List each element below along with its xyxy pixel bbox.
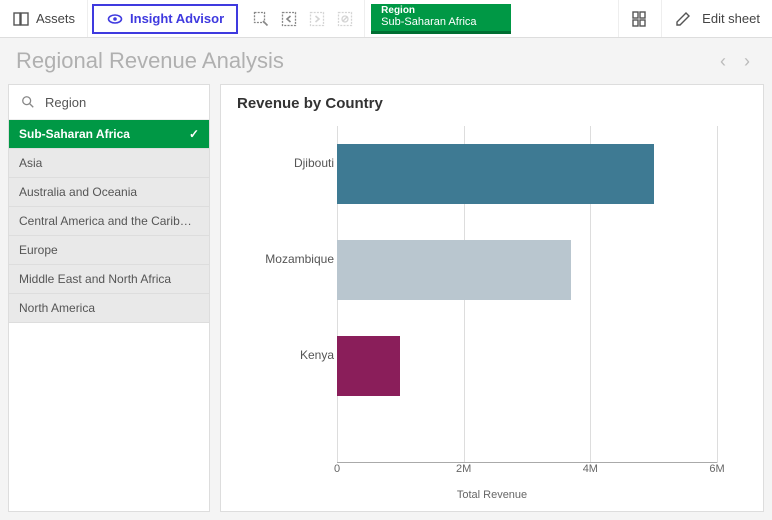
x-tick-label: 4M xyxy=(583,463,598,475)
filter-item-sub-saharan-africa[interactable]: Sub-Saharan Africa ✓ xyxy=(9,120,209,149)
filter-item-north-america[interactable]: North America xyxy=(9,294,209,323)
selection-tools-group xyxy=(242,0,365,37)
sheet-nav: ‹ › xyxy=(720,51,756,72)
x-tick-label: 0 xyxy=(334,463,340,475)
filter-item-label: Central America and the Carib… xyxy=(19,214,192,228)
x-axis-label: Total Revenue xyxy=(457,489,527,501)
x-axis: 02M4M6M xyxy=(337,463,717,481)
filter-item-europe[interactable]: Europe xyxy=(9,236,209,265)
filter-pane-region: Region Sub-Saharan Africa ✓ Asia Austral… xyxy=(8,84,210,512)
insight-advisor-button[interactable]: Insight Advisor xyxy=(92,4,238,34)
selections-forward-icon[interactable] xyxy=(308,10,326,28)
filter-item-central-america[interactable]: Central America and the Carib… xyxy=(9,207,209,236)
edit-sheet-label: Edit sheet xyxy=(702,11,760,26)
sheet-header: Regional Revenue Analysis ‹ › xyxy=(0,38,772,84)
selection-tag-key: Region xyxy=(381,5,501,16)
next-sheet-button[interactable]: › xyxy=(744,51,750,72)
bar-row[interactable] xyxy=(337,234,717,306)
bar[interactable] xyxy=(337,240,571,300)
insight-advisor-label: Insight Advisor xyxy=(130,11,224,26)
filter-item-label: Australia and Oceania xyxy=(19,185,137,199)
filter-item-asia[interactable]: Asia xyxy=(9,149,209,178)
category-label: Djibouti xyxy=(239,156,334,170)
search-icon xyxy=(19,93,37,111)
filter-list: Sub-Saharan Africa ✓ Asia Australia and … xyxy=(9,120,209,323)
sheets-grid-icon xyxy=(631,10,649,28)
bar-row[interactable] xyxy=(337,330,717,402)
category-label: Kenya xyxy=(239,348,334,362)
selection-tag-region[interactable]: Region Sub-Saharan Africa xyxy=(371,4,511,34)
x-tick-label: 6M xyxy=(709,463,724,475)
bar[interactable] xyxy=(337,144,654,204)
filter-search[interactable]: Region xyxy=(9,85,209,120)
checkmark-icon: ✓ xyxy=(189,127,199,141)
filter-item-label: Middle East and North Africa xyxy=(19,272,171,286)
selections-back-icon[interactable] xyxy=(280,10,298,28)
bar-chart[interactable]: Djibouti Mozambique Kenya 0 2M 4M 6M Total … xyxy=(237,120,747,503)
assets-panel-icon xyxy=(12,10,30,28)
filter-item-australia-oceania[interactable]: Australia and Oceania xyxy=(9,178,209,207)
top-toolbar: Assets Insight Advisor Region Sub-Sahara… xyxy=(0,0,772,38)
chart-panel: Revenue by Country Djibouti Mozambique K… xyxy=(220,84,764,512)
bar[interactable] xyxy=(337,336,400,396)
filter-field-label: Region xyxy=(45,95,86,110)
filter-item-middle-east[interactable]: Middle East and North Africa xyxy=(9,265,209,294)
prev-sheet-button[interactable]: ‹ xyxy=(720,51,726,72)
selection-tag-value: Sub-Saharan Africa xyxy=(381,16,501,28)
assets-button[interactable]: Assets xyxy=(0,0,88,37)
category-label: Mozambique xyxy=(239,252,334,266)
filter-item-label: Asia xyxy=(19,156,42,170)
filter-item-label: Europe xyxy=(19,243,58,257)
chart-title: Revenue by Country xyxy=(237,95,747,112)
clear-selections-icon[interactable] xyxy=(336,10,354,28)
pencil-icon xyxy=(674,10,692,28)
edit-sheet-button[interactable]: Edit sheet xyxy=(661,0,772,37)
sheet-title: Regional Revenue Analysis xyxy=(16,48,720,74)
smart-search-icon[interactable] xyxy=(252,10,270,28)
bar-row[interactable] xyxy=(337,138,717,210)
assets-label: Assets xyxy=(36,11,75,26)
bookmarks-button[interactable] xyxy=(618,0,661,37)
x-tick-label: 2M xyxy=(456,463,471,475)
filter-item-label: Sub-Saharan Africa xyxy=(19,127,130,141)
filter-item-label: North America xyxy=(19,301,95,315)
insight-advisor-icon xyxy=(106,10,124,28)
